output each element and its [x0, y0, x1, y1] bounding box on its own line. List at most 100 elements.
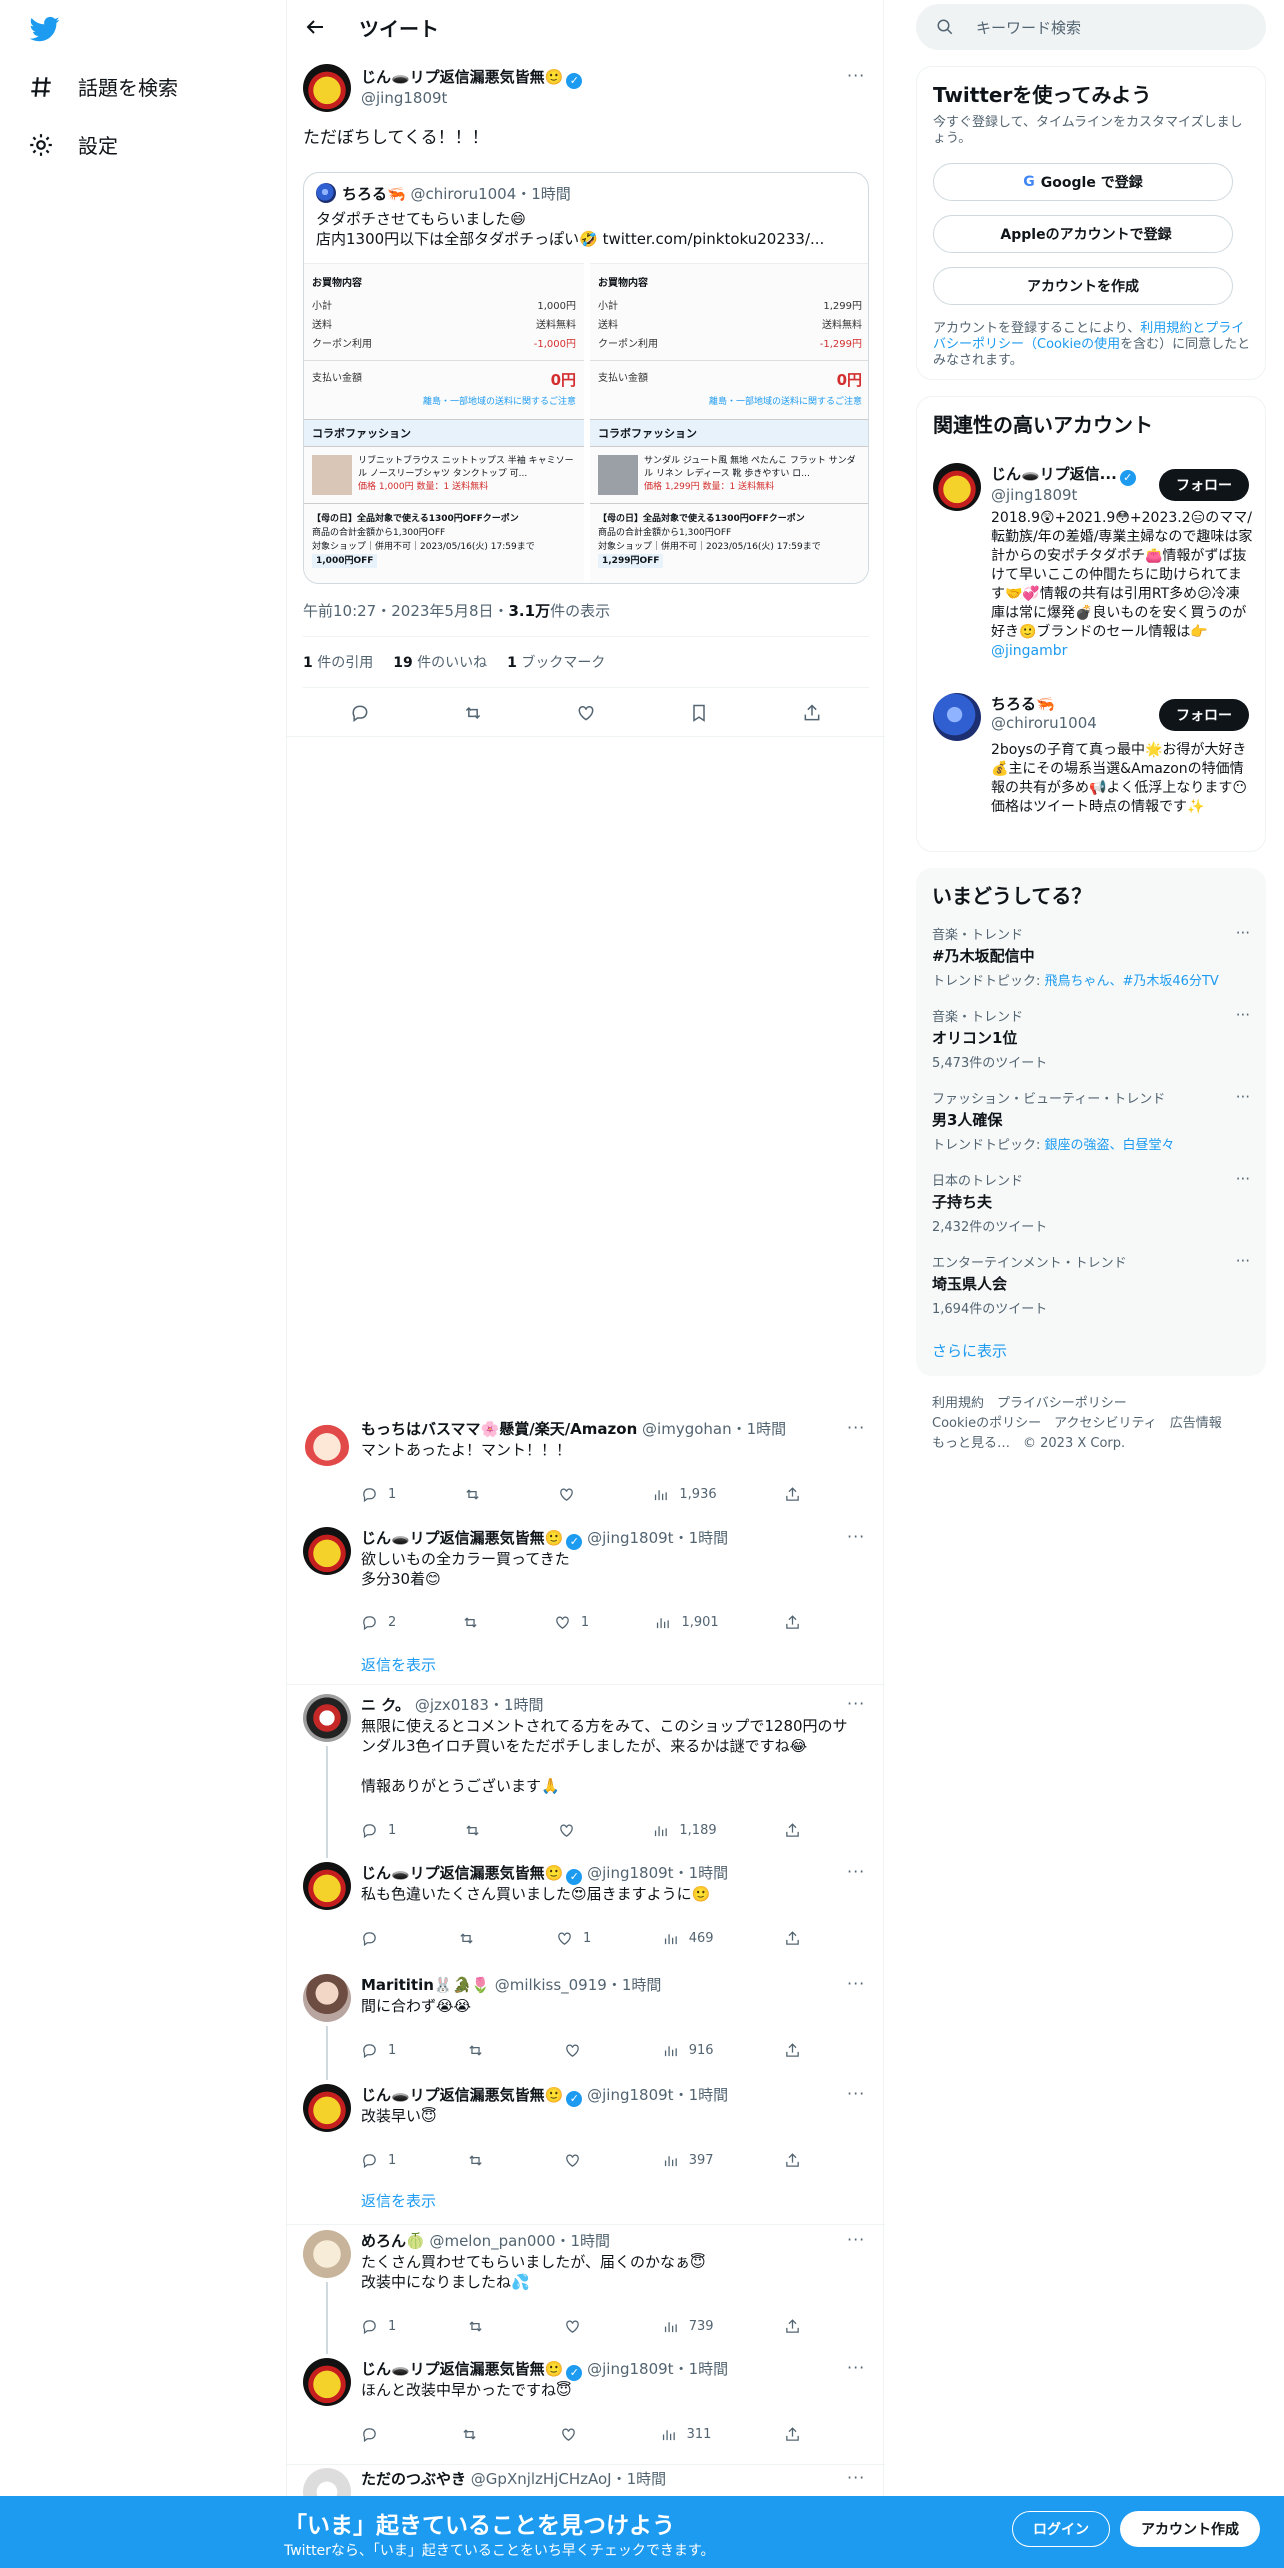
retweet-button[interactable]	[464, 1822, 491, 1839]
more-options-icon[interactable]: ···	[847, 2230, 865, 2249]
share-icon[interactable]	[802, 703, 822, 723]
like-icon[interactable]	[576, 703, 596, 723]
related-avatar[interactable]	[933, 463, 981, 511]
reply-button[interactable]: 1	[361, 1822, 396, 1839]
more-options-icon[interactable]: ···	[847, 1527, 865, 1546]
footer-line[interactable]: Cookieのポリシー アクセシビリティ 広告情報	[932, 1414, 1222, 1434]
retweet-button[interactable]	[467, 2042, 494, 2059]
create-account-button[interactable]: アカウントを作成	[933, 267, 1233, 305]
show-replies-link[interactable]: 返信を表示	[361, 1654, 436, 1675]
like-button[interactable]	[564, 2042, 591, 2059]
retweet-button[interactable]	[462, 1614, 489, 1631]
reply-header[interactable]: じん🕳️リプ返信漏悪気皆無🙂 ✓ @jing1809t・1時間	[361, 2084, 728, 2107]
reply-header[interactable]: ただのつぶやき @GpXnjlzHjCHzAoJ・1時間	[361, 2468, 666, 2489]
back-arrow-icon[interactable]	[303, 15, 327, 39]
bookmarks-stat[interactable]: 1 ブックマーク	[507, 652, 605, 672]
reply-button[interactable]: 1	[361, 2152, 396, 2169]
related-account[interactable]: じん🕳️リプ返信... ✓ @jing1809t	[991, 463, 1136, 504]
retweet-icon[interactable]	[463, 703, 483, 723]
search-box[interactable]: キーワード検索	[916, 4, 1266, 50]
reply-avatar[interactable]	[303, 2084, 351, 2132]
more-options-icon[interactable]: ···	[1236, 1088, 1250, 1106]
reply-header[interactable]: じん🕳️リプ返信漏悪気皆無🙂 ✓ @jing1809t・1時間	[361, 2358, 728, 2381]
reply-avatar[interactable]	[303, 1527, 351, 1575]
views-button[interactable]: 1,901	[654, 1614, 719, 1631]
share-button[interactable]	[784, 2042, 801, 2059]
trend-item[interactable]: 日本のトレンド 子持ち夫 2,432件のツイート ···	[932, 1170, 1250, 1235]
share-button[interactable]	[784, 2318, 801, 2335]
tweet-author[interactable]: じん🕳️リプ返信漏悪気皆無🙂 ✓ @jing1809t	[361, 66, 583, 107]
share-button[interactable]	[784, 1614, 801, 1631]
trend-item[interactable]: 音楽・トレンド #乃木坂配信中 トレンドトピック: 飛鳥ちゃん、#乃木坂46分TV ·…	[932, 924, 1250, 989]
retweet-button[interactable]	[458, 1930, 485, 1947]
footer-line[interactable]: 利用規約 プライバシーポリシー	[932, 1394, 1222, 1414]
views-button[interactable]: 1,936	[652, 1486, 717, 1503]
more-options-icon[interactable]: ···	[1236, 1252, 1250, 1270]
more-options-icon[interactable]: ···	[847, 66, 865, 85]
trend-topic-link[interactable]: 銀座の強盗、白昼堂々	[1045, 1138, 1175, 1153]
more-options-icon[interactable]: ···	[847, 2358, 865, 2377]
reply-avatar[interactable]	[303, 1974, 351, 2022]
quoted-tweet[interactable]: ちろる🦐 @chiroru1004・1時間 タダポチさせてもらいました😄 店内1…	[303, 172, 869, 584]
like-button[interactable]: 1	[556, 1930, 591, 1947]
nav-settings[interactable]: 設定	[28, 130, 118, 159]
follow-button[interactable]: フォロー	[1159, 469, 1249, 501]
show-replies-link[interactable]: 返信を表示	[361, 2190, 436, 2211]
reply-avatar[interactable]	[303, 1862, 351, 1910]
trends-show-more[interactable]: さらに表示	[932, 1340, 1007, 1361]
reply-avatar[interactable]	[303, 1694, 351, 1742]
reply-button[interactable]	[361, 1930, 388, 1947]
reply-avatar[interactable]	[303, 1418, 351, 1466]
retweet-button[interactable]	[467, 2152, 494, 2169]
views-button[interactable]: 397	[662, 2152, 714, 2169]
more-options-icon[interactable]: ···	[1236, 1006, 1250, 1024]
nav-explore[interactable]: 話題を検索	[28, 72, 178, 101]
retweet-button[interactable]	[467, 2318, 494, 2335]
share-button[interactable]	[784, 2426, 801, 2443]
retweet-button[interactable]	[461, 2426, 488, 2443]
twitter-logo-icon[interactable]	[30, 14, 60, 44]
reply-button[interactable]: 1	[361, 2042, 396, 2059]
views-button[interactable]: 469	[662, 1930, 714, 1947]
reply-header[interactable]: めろん🍈 @melon_pan000・1時間	[361, 2230, 610, 2251]
share-button[interactable]	[784, 1486, 801, 1503]
trend-item[interactable]: ファッション・ビューティー・トレンド 男3人確保 トレンドトピック: 銀座の強盗、白…	[932, 1088, 1250, 1153]
quote-image-right[interactable]: お買物内容 小計 1,299円 送料 送料無料 クーポン利用 -1,299円 支払い金…	[590, 263, 868, 583]
more-options-icon[interactable]: ···	[1236, 1170, 1250, 1188]
like-button[interactable]	[564, 2152, 591, 2169]
more-options-icon[interactable]: ···	[847, 1974, 865, 1993]
reply-button[interactable]: 1	[361, 1486, 396, 1503]
tweet-time[interactable]: 午前10:27・2023年5月8日・	[303, 602, 509, 620]
like-button[interactable]	[558, 1486, 585, 1503]
avatar[interactable]	[303, 64, 351, 112]
search-input[interactable]: キーワード検索	[976, 17, 1081, 38]
reply-button[interactable]	[361, 2426, 388, 2443]
more-options-icon[interactable]: ···	[1236, 924, 1250, 942]
apple-signup-button[interactable]: Appleのアカウントで登録	[933, 215, 1233, 253]
share-button[interactable]	[784, 1822, 801, 1839]
reply-icon[interactable]	[350, 703, 370, 723]
follow-button[interactable]: フォロー	[1159, 699, 1249, 731]
more-options-icon[interactable]: ···	[847, 2468, 865, 2487]
trend-item[interactable]: 音楽・トレンド オリコン1位 5,473件のツイート ···	[932, 1006, 1250, 1071]
quote-image-left[interactable]: お買物内容 小計 1,000円 送料 送料無料 クーポン利用 -1,000円 支払い金…	[304, 263, 584, 583]
like-button[interactable]	[560, 2426, 587, 2443]
retweet-button[interactable]	[464, 1486, 491, 1503]
views-button[interactable]: 1,189	[652, 1822, 717, 1839]
views-button[interactable]: 916	[662, 2042, 714, 2059]
like-button[interactable]	[558, 1822, 585, 1839]
footer-line[interactable]: もっと見る… © 2023 X Corp.	[932, 1434, 1222, 1454]
more-options-icon[interactable]: ···	[847, 1694, 865, 1713]
reply-header[interactable]: Marititin🐰🐊🌷 @milkiss_0919・1時間	[361, 1974, 661, 1995]
reply-header[interactable]: じん🕳️リプ返信漏悪気皆無🙂 ✓ @jing1809t・1時間	[361, 1527, 728, 1550]
quotes-stat[interactable]: 1 件の引用	[303, 652, 373, 672]
reply-header[interactable]: もっちはバスママ🌸懸賞/楽天/Amazon @imygohan・1時間	[361, 1418, 786, 1439]
bio-link[interactable]: @jingambr	[991, 643, 1067, 659]
trend-item[interactable]: エンターテインメント・トレンド 埼玉県人会 1,694件のツイート ···	[932, 1252, 1250, 1317]
more-options-icon[interactable]: ···	[847, 2084, 865, 2103]
likes-stat[interactable]: 19 件のいいね	[393, 652, 487, 672]
like-button[interactable]: 1	[554, 1614, 589, 1631]
like-button[interactable]	[564, 2318, 591, 2335]
signup-button[interactable]: アカウント作成	[1120, 2511, 1260, 2547]
login-button[interactable]: ログイン	[1012, 2511, 1110, 2547]
